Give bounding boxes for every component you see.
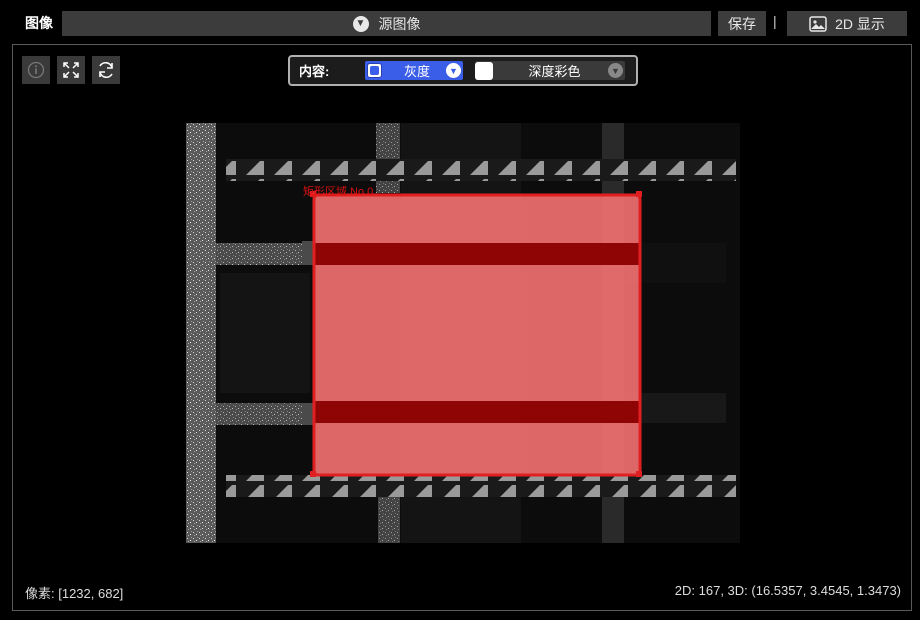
- top-bar: 图像 ▼ 源图像 保存 | 2D 显示: [0, 0, 920, 44]
- grayscale-scene: [186, 123, 740, 543]
- depth-color-label: 深度彩色: [528, 64, 581, 79]
- chevron-down-icon[interactable]: ▼: [446, 63, 461, 78]
- depth-color-checkbox[interactable]: [475, 61, 493, 80]
- grayscale-label: 灰度: [403, 64, 430, 79]
- save-button[interactable]: 保存: [718, 11, 766, 36]
- grayscale-checkbox[interactable]: [367, 63, 382, 78]
- source-image-label: 源图像: [378, 15, 421, 32]
- refresh-icon: [99, 62, 113, 78]
- pixel-values: 2D: 167, 3D: (16.5357, 3.4545, 1.3473): [674, 583, 901, 598]
- depth-color-option[interactable]: 深度彩色 ▼: [475, 61, 625, 80]
- content-label: 内容:: [299, 64, 330, 79]
- image-viewer[interactable]: 内容: 灰度 ▼ 深度彩色 ▼ 矩形区域 No.0 像素: [1232, 682…: [12, 44, 912, 611]
- camera-image[interactable]: [186, 123, 740, 543]
- chevron-down-icon[interactable]: ▼: [608, 63, 623, 78]
- chevron-down-icon: ▼: [352, 15, 369, 32]
- info-icon: [27, 61, 45, 79]
- show-2d-label: 2D 显示: [835, 15, 885, 32]
- roi-label: 矩形区域 No.0: [303, 186, 374, 198]
- panel-title: 图像: [25, 15, 53, 31]
- show-2d-button[interactable]: 2D 显示: [787, 11, 907, 36]
- grayscale-option[interactable]: 灰度 ▼: [365, 61, 463, 80]
- content-selector: 内容: 灰度 ▼ 深度彩色 ▼: [288, 55, 638, 86]
- refresh-button[interactable]: [92, 56, 120, 84]
- separator: |: [773, 13, 777, 29]
- source-image-dropdown[interactable]: ▼ 源图像: [62, 11, 711, 36]
- info-button[interactable]: [22, 56, 50, 84]
- fit-view-icon: [63, 62, 79, 78]
- fit-view-button[interactable]: [57, 56, 85, 84]
- pixel-coordinates: 像素: [1232, 682]: [25, 586, 124, 601]
- image-icon: [809, 15, 827, 32]
